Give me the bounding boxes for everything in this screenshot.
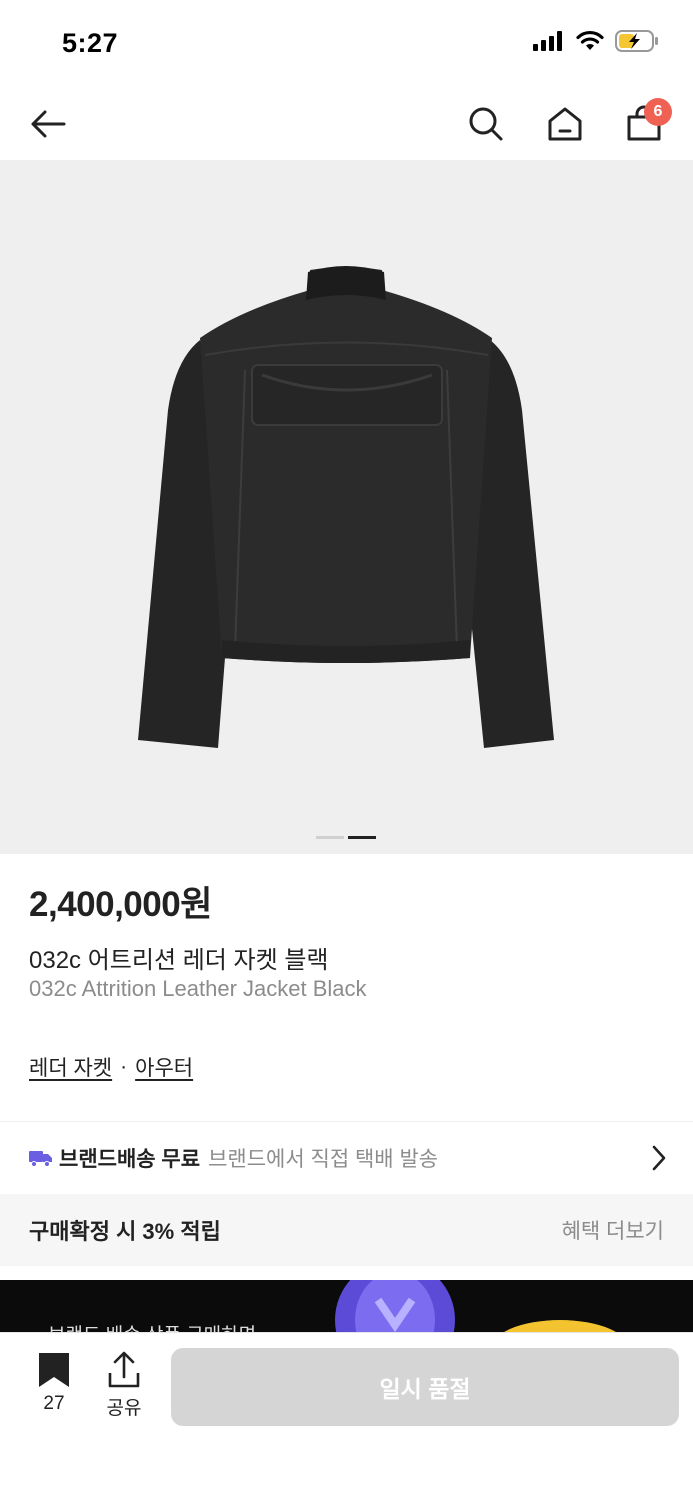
product-price: 2,400,000원	[29, 885, 212, 924]
search-icon	[469, 107, 503, 141]
home-icon	[548, 107, 582, 141]
pager-dot	[316, 836, 344, 839]
delivery-truck-icon	[29, 1151, 52, 1167]
bookmark-icon	[39, 1353, 69, 1387]
shipping-info-row[interactable]: 브랜드배송 무료 브랜드에서 직접 택배 발송	[0, 1122, 693, 1194]
category-link-outer[interactable]: 아우터	[135, 1052, 193, 1082]
bookmark-count: 27	[43, 1393, 65, 1414]
product-name-english: 032c Attrition Leather Jacket Black	[29, 976, 367, 1001]
shipping-description: 브랜드에서 직접 택배 발송	[208, 1148, 439, 1171]
gallery-pager	[316, 836, 376, 839]
top-nav-bar: 6	[0, 88, 693, 160]
points-title: 구매확정 시 3% 적립	[29, 1219, 221, 1244]
status-bar: 5:27	[0, 0, 693, 88]
search-button[interactable]	[456, 88, 516, 160]
benefits-more-link[interactable]: 혜택 더보기	[562, 1215, 664, 1245]
status-time: 5:27	[62, 28, 119, 58]
share-label: 공유	[106, 1398, 142, 1419]
home-button[interactable]	[535, 88, 595, 160]
category-link-leather-jacket[interactable]: 레더 자켓	[29, 1052, 112, 1082]
chevron-right-icon	[652, 1145, 666, 1171]
cart-count-badge: 6	[644, 98, 672, 126]
arrow-left-icon	[31, 110, 66, 138]
battery-charging-icon	[615, 30, 658, 52]
cart-button[interactable]: 6	[614, 88, 674, 160]
bottom-action-bar: 27 공유 일시 품절	[0, 1332, 693, 1500]
back-button[interactable]	[18, 88, 78, 160]
product-image-gallery[interactable]	[0, 160, 693, 854]
signal-icon	[533, 31, 562, 51]
points-benefit-row[interactable]: 구매확정 시 3% 적립 혜택 더보기	[0, 1194, 693, 1266]
pager-dot-active	[348, 836, 376, 839]
category-breadcrumb: 레더 자켓 · 아우터	[29, 1052, 193, 1082]
share-button[interactable]: 공유	[100, 1351, 148, 1420]
product-name-korean: 032c 어트리션 레더 자켓 블랙	[29, 947, 329, 974]
breadcrumb-separator: ·	[120, 1055, 128, 1078]
status-icons	[533, 30, 659, 52]
bookmark-button[interactable]: 27	[30, 1351, 78, 1415]
share-icon	[108, 1351, 140, 1388]
product-image-leather-jacket	[138, 266, 554, 748]
wifi-icon	[576, 30, 604, 50]
shipping-title: 브랜드배송 무료	[59, 1148, 201, 1171]
sold-out-button[interactable]: 일시 품절	[171, 1348, 679, 1426]
